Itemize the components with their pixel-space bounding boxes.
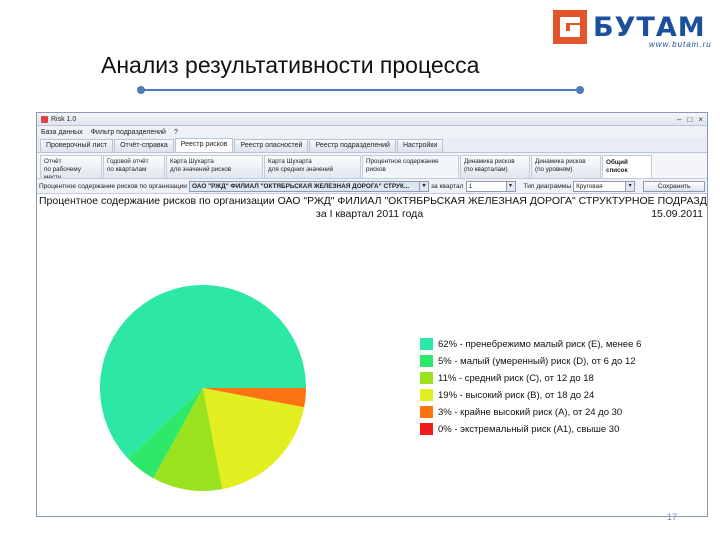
legend-item: 3% - крайне высокий риск (A), от 24 до 3… [420,404,641,420]
legend-swatch [420,406,433,418]
tab-department-register[interactable]: Реестр подразделений [309,139,396,152]
quarter-select-value: 1 [468,182,473,190]
subtab-risk-percentage[interactable]: Процентное содержание рисков [362,155,459,179]
subtab-dynamics-levels[interactable]: Динамика рисков (по уровням) [531,155,601,179]
menu-help[interactable]: ? [174,129,178,136]
subtab-general-list[interactable]: Общий список [602,155,652,179]
legend-swatch [420,338,433,350]
subtab-annual-report[interactable]: Годовой отчёт по кварталам [103,155,165,179]
subtab-label: Общий список [606,159,628,174]
subtab-label: Динамика рисков [464,158,515,165]
menu-database[interactable]: База данных [41,129,83,136]
report-period: за I квартал 2011 года [316,208,424,220]
app-icon [41,115,48,123]
tab-settings[interactable]: Настройки [396,139,444,152]
subtab-label: Карта Шухарта [170,158,214,165]
chart-type-select-value: Круговая [576,182,603,190]
subtab-sublabel: (по уровням) [535,166,573,173]
report-date: 15.09.2011 [651,208,703,220]
subtab-workplace-report[interactable]: Отчёт по рабочему месту [40,155,102,179]
risk-pie-chart [99,285,306,491]
legend-item: 5% - малый (умеренный) риск (D), от 6 до… [420,353,641,369]
legend-label: 11% - средний риск (C), от 12 до 18 [438,372,594,384]
legend-swatch [420,372,433,384]
subtab-label: Годовой отчёт [107,158,149,165]
organization-select[interactable]: ОАО "РЖД" ФИЛИАЛ "ОКТЯБРЬСКАЯ ЖЕЛЕЗНАЯ Д… [189,180,429,192]
tab-checklist[interactable]: Проверочный лист [40,139,114,152]
title-underline [140,89,580,91]
subtab-dynamics-quarterly[interactable]: Динамика рисков (по кварталам) [460,155,530,179]
tab-risk-register[interactable]: Реестр рисков [174,138,234,152]
legend-item: 11% - средний риск (C), от 12 до 18 [420,370,641,386]
quarter-select[interactable]: 1 ▾ [465,180,516,192]
subtab-sublabel: (по кварталам) [464,166,508,173]
chart-legend: 62% - пренебрежимо малый риск (E), менее… [420,336,641,438]
subtab-sublabel: рисков [366,166,386,173]
quarter-label: за квартал [431,182,464,190]
menu-bar: База данных Фильтр подразделений ? [37,126,707,138]
chevron-down-icon[interactable]: ▾ [505,181,515,191]
subtab-label: Динамика рисков [535,158,586,165]
legend-label: 0% - экстремальный риск (A1), свыше 30 [438,423,620,435]
chevron-down-icon[interactable]: ▾ [625,181,635,191]
tab-hazard-register[interactable]: Реестр опасностей [234,139,309,152]
legend-item: 19% - высокий риск (B), от 18 до 24 [420,387,641,403]
subtab-shewhart-means[interactable]: Карта Шухарта для средних значений [264,155,361,179]
window-title: Risk 1.0 [51,115,77,123]
legend-label: 62% - пренебрежимо малый риск (E), менее… [438,338,642,350]
window-controls: – □ × [677,115,703,124]
logo-url-text: www.butam.ru [649,40,712,49]
organization-filter-label: Процентное содержание рисков по организа… [39,182,187,190]
subtab-sublabel: по кварталам [107,166,147,173]
logo-mark-icon [553,10,587,44]
title-underline-dot-right [576,86,584,94]
organization-select-value: ОАО "РЖД" ФИЛИАЛ "ОКТЯБРЬСКАЯ ЖЕЛЕЗНАЯ Д… [192,182,410,190]
legend-label: 3% - крайне высокий риск (A), от 24 до 3… [438,406,623,418]
logo-brand-text: БУТАМ [593,12,706,43]
subtab-shewhart-values[interactable]: Карта Шухарта для значений рисков [166,155,263,179]
legend-swatch [420,423,433,435]
chart-type-label: Тип диаграммы [523,182,572,190]
minimize-icon[interactable]: – [677,115,681,124]
report-header: Процентное содержание рисков по организа… [39,195,707,220]
app-window: Risk 1.0 – □ × База данных Фильтр подраз… [36,112,708,517]
window-titlebar: Risk 1.0 – □ × [37,113,707,126]
legend-item: 62% - пренебрежимо малый риск (E), менее… [420,336,641,352]
legend-swatch [420,355,433,367]
legend-swatch [420,389,433,401]
subtab-label: Карта Шухарта [268,158,312,165]
legend-label: 19% - высокий риск (B), от 18 до 24 [438,389,595,401]
subtab-label: Процентное содержание [366,158,439,165]
slide-title: Анализ результативности процесса [101,52,480,78]
subtab-sublabel: по рабочему месту [44,166,81,179]
legend-label: 5% - малый (умеренный) риск (D), от 6 до… [438,355,636,367]
main-tabs: Проверочный лист Отчёт-справка Реестр ри… [37,138,707,153]
title-underline-dot-left [137,86,145,94]
report-title: Процентное содержание рисков по организа… [39,195,707,207]
company-logo: БУТАМ www.butam.ru [553,10,713,50]
filter-toolbar: Процентное содержание рисков по организа… [37,179,707,194]
report-subtabs: Отчёт по рабочему месту Годовой отчёт по… [37,153,707,179]
save-button[interactable]: Сохранить [643,180,706,192]
close-icon[interactable]: × [698,115,703,124]
chevron-down-icon[interactable]: ▾ [419,181,428,191]
menu-department-filter[interactable]: Фильтр подразделений [91,129,166,136]
subtab-label: Отчёт [44,158,62,165]
maximize-icon[interactable]: □ [687,115,692,124]
tab-report-reference[interactable]: Отчёт-справка [114,139,174,152]
subtab-sublabel: для средних значений [268,166,334,173]
chart-type-select[interactable]: Круговая ▾ [573,180,636,192]
subtab-sublabel: для значений рисков [170,166,232,173]
page-number: 17 [667,512,678,522]
legend-item: 0% - экстремальный риск (A1), свыше 30 [420,421,641,437]
